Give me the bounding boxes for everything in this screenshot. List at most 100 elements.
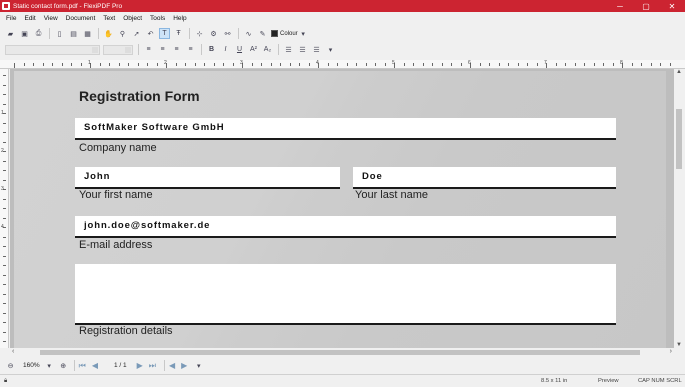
document-page: Registration Form SoftMaker Software Gmb… [14,71,666,348]
zoom-level[interactable]: 160% [23,362,40,369]
object-icon[interactable]: ⚙ [208,28,219,39]
select-tool-icon[interactable]: ➚ [131,28,142,39]
company-field[interactable]: SoftMaker Software GmbH [75,118,616,140]
ruler-tick [42,63,44,66]
align-right-icon[interactable]: ≡ [171,44,182,55]
menu-file[interactable]: File [6,15,16,22]
bold-icon[interactable]: B [206,44,217,55]
menu-tools[interactable]: Tools [150,15,165,22]
crop-icon[interactable]: ⊹ [194,28,205,39]
print-icon[interactable]: ⎙ [33,28,44,39]
underline-icon[interactable]: U [234,44,245,55]
toolbar-separator [201,44,202,55]
scroll-right-icon[interactable]: › [670,348,672,355]
align-center-icon[interactable]: ≡ [157,44,168,55]
align-left-icon[interactable]: ≡ [143,44,154,55]
open-icon[interactable]: ▰ [5,28,16,39]
last-page-icon[interactable]: ⏭ [149,361,156,371]
scroll-left-icon[interactable]: ‹ [12,348,14,355]
toolbar-separator [73,360,75,371]
company-field-value: SoftMaker Software GmbH [84,122,225,133]
ruler-tick [422,63,424,66]
save-icon[interactable]: ▣ [19,28,30,39]
menu-edit[interactable]: Edit [24,15,35,22]
ruler-tick [3,208,6,209]
forward-icon[interactable]: ▶ [181,361,187,370]
back-icon[interactable]: ◀ [169,361,175,370]
first-page-icon[interactable]: ⏮ [79,361,86,371]
ruler-tick [3,179,6,181]
new-document-icon[interactable]: ▯ [54,28,65,39]
next-page-icon[interactable]: ▶ [137,361,143,370]
email-field[interactable]: john.doe@softmaker.de [75,216,616,238]
menu-view[interactable]: View [44,15,58,22]
ruler-number: 2 [1,148,4,154]
vertical-scrollbar[interactable]: ▲ ▼ [674,69,685,348]
format-toolbar: ≡ ≡ ≡ ≡ B I U A² A₂ ☰ ☰ ☰ ▾ [0,42,685,57]
ruler-tick [3,122,6,124]
zoom-tool-icon[interactable]: ⚲ [117,28,128,39]
eyedropper-icon[interactable]: ✎ [257,28,268,39]
ruler-tick [327,63,329,66]
scroll-up-icon[interactable]: ▲ [676,69,682,75]
ruler-tick [185,63,186,66]
ruler-tick [441,63,443,66]
ruler-tick [261,63,262,66]
last-name-label: Your last name [355,189,428,201]
numbered-list-icon[interactable]: ☰ [297,44,308,55]
chevron-down-icon[interactable]: ▾ [193,360,204,371]
zoom-in-icon[interactable]: ⊕ [58,360,69,371]
menu-object[interactable]: Object [123,15,142,22]
indent-icon[interactable]: ☰ [311,44,322,55]
horizontal-scrollbar[interactable]: ‹ › [10,348,674,357]
vertical-scroll-thumb[interactable] [676,109,682,169]
ruler-tick [3,160,6,162]
italic-icon[interactable]: I [220,44,231,55]
text-tool-icon[interactable]: T [159,28,170,39]
scroll-down-icon[interactable]: ▼ [676,342,682,348]
minimize-button[interactable]: ─ [607,0,633,12]
hand-tool-icon[interactable]: ✋ [103,28,114,39]
close-button[interactable]: ✕ [659,0,685,12]
page-indicator[interactable]: 1 / 1 [114,362,127,369]
first-name-field[interactable]: John [75,167,340,189]
superscript-icon[interactable]: A² [248,44,259,55]
maximize-button[interactable]: ▢ [633,0,659,12]
menu-document[interactable]: Document [66,15,96,22]
colour-label[interactable]: Colour [280,31,298,37]
ruler-tick [23,63,25,66]
font-name-combo[interactable] [5,44,100,55]
curve-icon[interactable]: ∿ [243,28,254,39]
text-frame-icon[interactable]: Ŧ [173,28,184,39]
ruler-tick [3,103,6,105]
link-icon[interactable]: ⚯ [222,28,233,39]
menu-help[interactable]: Help [173,15,186,22]
subscript-icon[interactable]: A₂ [262,44,273,55]
chevron-down-icon[interactable]: ▾ [325,44,336,55]
ruler-tick [280,63,281,66]
zoom-dropdown-icon[interactable]: ▾ [44,360,55,371]
document-canvas[interactable]: Registration Form SoftMaker Software Gmb… [10,69,674,348]
ruler-tick [299,63,300,66]
registration-details-field[interactable] [75,264,616,325]
font-size-combo[interactable] [103,44,133,55]
list-icon[interactable]: ☰ [283,44,294,55]
rotate-icon[interactable]: ↶ [145,28,156,39]
page-icon[interactable]: ▤ [68,28,79,39]
ruler-number: 6 [468,60,471,66]
ruler-tick [517,63,519,66]
zoom-out-icon[interactable]: ⊖ [5,360,16,371]
horizontal-scroll-thumb[interactable] [40,350,640,355]
last-name-field[interactable]: Doe [353,167,616,189]
previous-page-icon[interactable]: ◀ [92,361,98,370]
ruler-tick [3,265,6,266]
ruler-tick [612,63,614,66]
menu-text[interactable]: Text [103,15,115,22]
ruler-tick [3,198,6,200]
chevron-down-icon[interactable]: ▾ [298,28,309,39]
justify-icon[interactable]: ≡ [185,44,196,55]
ruler-tick [3,246,6,247]
export-icon[interactable]: ▦ [82,28,93,39]
navigation-bar: ⊖ 160% ▾ ⊕ ⏮ ◀ 1 / 1 ▶ ⏭ ◀ ▶ ▾ [0,357,685,374]
colour-swatch[interactable] [271,30,278,37]
